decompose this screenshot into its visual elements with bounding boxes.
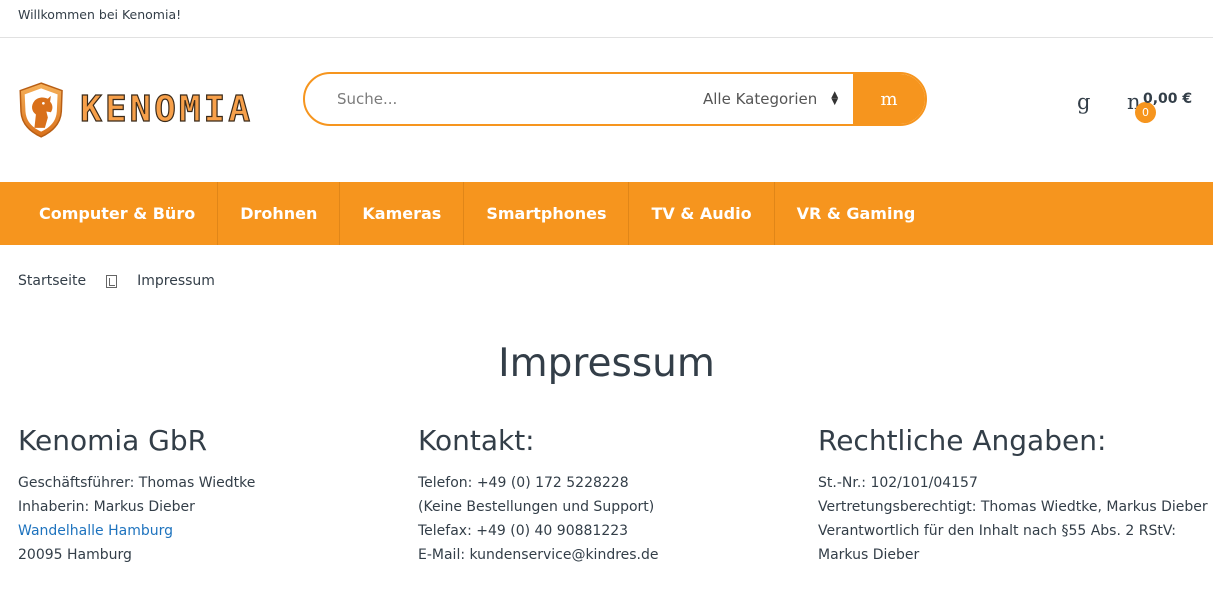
representatives: Vertretungsberechtigt: Thomas Wiedtke, M… bbox=[818, 499, 1208, 515]
breadcrumb-separator-icon bbox=[106, 274, 118, 288]
category-select[interactable]: Alle Kategorien ▲ ▼ bbox=[703, 74, 853, 124]
nav-item-tv-audio[interactable]: TV & Audio bbox=[629, 182, 775, 245]
main-nav: Computer & Büro Drohnen Kameras Smartpho… bbox=[0, 182, 1213, 245]
welcome-text: Willkommen bei Kenomia! bbox=[18, 7, 182, 22]
legal-column: Rechtliche Angaben: St.-Nr.: 102/101/041… bbox=[818, 424, 1208, 567]
fax: Telefax: +49 (0) 40 90881223 bbox=[418, 523, 629, 539]
top-bar: Willkommen bei Kenomia! bbox=[0, 0, 1213, 38]
contact-heading: Kontakt: bbox=[418, 424, 535, 457]
phone-note: (Keine Bestellungen und Support) bbox=[418, 499, 655, 515]
managing-director: Geschäftsführer: Thomas Wiedtke bbox=[18, 475, 256, 491]
email: E-Mail: kundenservice@kindres.de bbox=[418, 547, 659, 563]
breadcrumb-current: Impressum bbox=[137, 273, 215, 289]
category-select-value: Alle Kategorien bbox=[703, 90, 818, 108]
contact-column: Kontakt: Telefon: +49 (0) 172 5228228 (K… bbox=[418, 424, 808, 567]
responsible-label: Verantwortlich für den Inhalt nach §55 A… bbox=[818, 523, 1176, 539]
breadcrumb: Startseite Impressum bbox=[18, 273, 215, 289]
nav-item-drohnen[interactable]: Drohnen bbox=[218, 182, 341, 245]
cart-total[interactable]: 0,00 € bbox=[1143, 91, 1192, 107]
company-heading: Kenomia GbR bbox=[18, 424, 208, 457]
nav-item-smartphones[interactable]: Smartphones bbox=[464, 182, 630, 245]
nav-item-computer-buero[interactable]: Computer & Büro bbox=[0, 182, 219, 245]
nav-item-kameras[interactable]: Kameras bbox=[340, 182, 465, 245]
phone: Telefon: +49 (0) 172 5228228 bbox=[418, 475, 629, 491]
search-button[interactable]: m bbox=[853, 74, 925, 124]
select-arrows-icon: ▲ ▼ bbox=[831, 90, 839, 107]
address-link[interactable]: Wandelhalle Hamburg bbox=[18, 519, 408, 543]
search-input[interactable] bbox=[305, 74, 703, 124]
nav-item-vr-gaming[interactable]: VR & Gaming bbox=[775, 182, 938, 245]
owner: Inhaberin: Markus Dieber bbox=[18, 499, 195, 515]
city: 20095 Hamburg bbox=[18, 547, 132, 563]
account-icon[interactable]: g bbox=[1077, 90, 1090, 114]
dragon-shield-icon bbox=[19, 82, 63, 138]
legal-heading: Rechtliche Angaben: bbox=[818, 424, 1107, 457]
site-logo[interactable]: KENOMIA bbox=[18, 72, 253, 148]
search-bar: Alle Kategorien ▲▼ m bbox=[303, 72, 927, 126]
company-column: Kenomia GbR Geschäftsführer: Thomas Wied… bbox=[18, 424, 408, 567]
tax-number: St.-Nr.: 102/101/04157 bbox=[818, 475, 978, 491]
breadcrumb-home[interactable]: Startseite bbox=[18, 273, 86, 289]
page-title: Impressum bbox=[498, 341, 715, 386]
responsible-name: Markus Dieber bbox=[818, 547, 920, 563]
logo-wordmark: KENOMIA bbox=[80, 89, 253, 130]
search-icon: m bbox=[880, 88, 898, 110]
